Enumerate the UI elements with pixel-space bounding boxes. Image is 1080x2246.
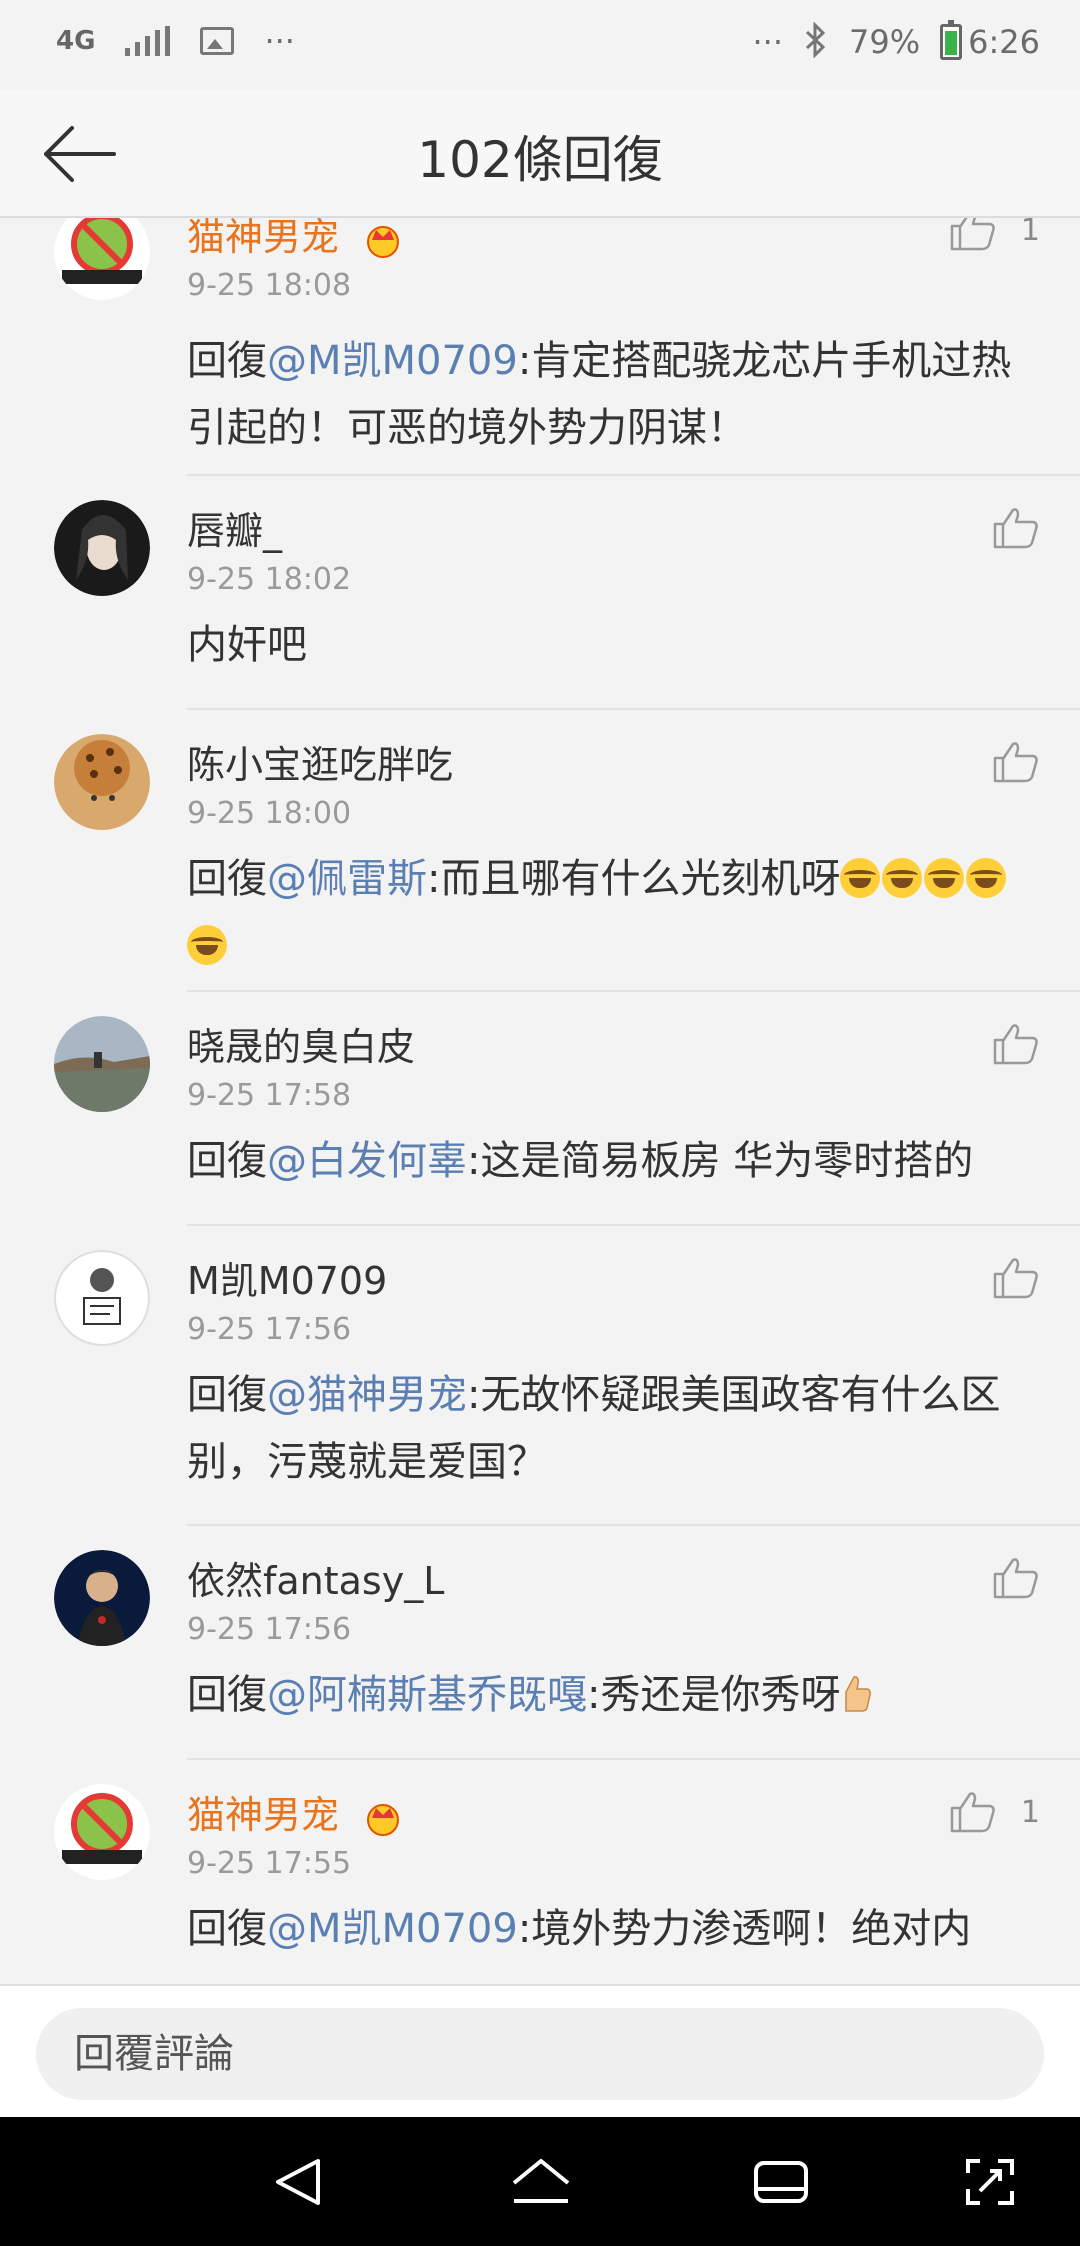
comment-text: 回復@佩雷斯:而且哪有什么光刻机呀	[187, 846, 1027, 980]
comment-item: 猫神男宠 9-25 17:55 回復@M凯M0709:境外势力渗透啊！绝对内 1	[0, 1760, 1080, 1984]
nav-home-button[interactable]	[506, 2149, 576, 2215]
page-title: 102條回復	[417, 131, 663, 189]
comment-time: 9-25 17:55	[187, 1846, 352, 1881]
like-button[interactable]	[992, 740, 1040, 784]
clock: 6:26	[968, 23, 1040, 61]
nav-back-button[interactable]	[264, 2149, 334, 2215]
battery-icon	[940, 20, 963, 60]
comment-item: M凯M0709 9-25 17:56 回復@猫神男宠:无故怀疑跟美国政客有什么区…	[0, 1226, 1080, 1526]
nav-screenshot-button[interactable]	[954, 2149, 1024, 2215]
avatar[interactable]	[54, 1016, 150, 1112]
comment-item: 晓晟的臭白皮 9-25 17:58 回復@白发何辜:这是简易板房 华为零时搭的	[0, 992, 1080, 1226]
network-type: 4G	[56, 26, 96, 56]
thumbs-up-icon	[993, 1024, 1038, 1065]
like-button[interactable]: 1	[949, 1790, 1040, 1834]
thumbs-up-icon	[950, 1792, 995, 1833]
like-count: 1	[1020, 218, 1040, 248]
mention-link[interactable]: @猫神男宠	[267, 1372, 467, 1418]
avatar[interactable]	[54, 1784, 150, 1880]
commenter-name[interactable]: 晓晟的臭白皮	[187, 1016, 415, 1071]
status-more: ···	[264, 22, 295, 60]
laughing-emoji-icon	[924, 858, 965, 898]
laughing-emoji-icon	[882, 858, 923, 898]
commenter-name[interactable]: 陈小宝逛吃胖吃	[187, 734, 453, 789]
comment-time: 9-25 18:08	[187, 268, 352, 303]
comment-time: 9-25 17:56	[187, 1312, 352, 1347]
commenter-name[interactable]: 猫神男宠	[187, 218, 403, 261]
comment-time: 9-25 17:58	[187, 1078, 352, 1113]
screenshot-icon	[966, 2159, 1014, 2205]
status-bar: 4G ··· ··· 79% 6:26	[0, 0, 1080, 90]
laughing-emoji-icon	[966, 858, 1007, 898]
thumbs-up-icon	[993, 1558, 1038, 1599]
battery-percent: 79%	[849, 23, 921, 61]
avatar[interactable]	[54, 734, 150, 830]
crown-icon	[367, 225, 400, 258]
avatar[interactable]	[54, 1250, 150, 1346]
mention-link[interactable]: @M凯M0709	[267, 338, 518, 384]
reply-input[interactable]: 回覆評論	[36, 2008, 1044, 2100]
reply-bar: 回覆評論	[0, 1984, 1080, 2117]
comment-list[interactable]: 猫神男宠 9-25 18:08 回復@M凯M0709:肯定搭配骁龙芯片手机过热引…	[0, 218, 1080, 1984]
home-icon	[512, 2159, 570, 2203]
comment-item: 猫神男宠 9-25 18:08 回復@M凯M0709:肯定搭配骁龙芯片手机过热引…	[0, 218, 1080, 476]
status-more-right: ···	[752, 23, 784, 61]
like-button[interactable]: 1	[949, 218, 1040, 252]
like-button[interactable]	[992, 506, 1040, 550]
commenter-name[interactable]: 唇瓣_	[187, 500, 282, 555]
mention-link[interactable]: @阿楠斯基乔既嘎	[267, 1672, 587, 1718]
avatar[interactable]	[54, 500, 150, 596]
comment-text: 回復@M凯M0709:肯定搭配骁龙芯片手机过热引起的！可恶的境外势力阴谋！	[187, 338, 1012, 451]
commenter-name[interactable]: 猫神男宠	[187, 1784, 403, 1839]
comment-item: 陈小宝逛吃胖吃 9-25 18:00 回復@佩雷斯:而且哪有什么光刻机呀	[0, 710, 1080, 992]
crown-icon	[367, 1803, 400, 1836]
comment-time: 9-25 18:02	[187, 562, 352, 597]
laughing-emoji-icon	[840, 858, 881, 898]
mention-link[interactable]: @M凯M0709	[267, 1906, 518, 1952]
thumbs-up-icon	[993, 742, 1038, 783]
mention-link[interactable]: @白发何辜	[267, 1138, 467, 1184]
bluetooth-icon	[803, 21, 829, 62]
avatar[interactable]	[54, 218, 150, 300]
laughing-emoji-icon	[187, 925, 227, 965]
commenter-name[interactable]: M凯M0709	[187, 1250, 387, 1305]
back-triangle-icon	[276, 2159, 320, 2205]
comment-item: 依然fantasy_L 9-25 17:56 回復@阿楠斯基乔既嘎:秀还是你秀呀	[0, 1526, 1080, 1760]
avatar[interactable]	[54, 1550, 150, 1646]
commenter-name[interactable]: 依然fantasy_L	[187, 1550, 444, 1605]
nav-recents-button[interactable]	[746, 2149, 816, 2215]
recents-icon	[754, 2161, 808, 2203]
image-icon	[200, 27, 235, 55]
thumbs-up-icon	[993, 508, 1038, 549]
comment-text: 内奸吧	[187, 622, 307, 668]
like-button[interactable]	[992, 1022, 1040, 1066]
top-app-bar: 102條回復	[0, 90, 1080, 218]
thumbs-up-icon	[993, 1258, 1038, 1299]
comment-text: 回復@阿楠斯基乔既嘎:秀还是你秀呀	[187, 1662, 1027, 1729]
comment-time: 9-25 18:00	[187, 796, 352, 831]
like-button[interactable]	[992, 1556, 1040, 1600]
like-count: 1	[1020, 1794, 1040, 1830]
signal-icon	[125, 26, 171, 56]
thumbs-up-icon	[950, 218, 995, 251]
comment-text: 回復@白发何辜:这是简易板房 华为零时搭的	[187, 1138, 974, 1184]
comment-item: 唇瓣_ 9-25 18:02 内奸吧	[0, 476, 1080, 710]
comment-time: 9-25 17:56	[187, 1612, 352, 1647]
thumbs-up-emoji-icon	[845, 1676, 872, 1712]
mention-link[interactable]: @佩雷斯	[267, 856, 427, 902]
system-nav-bar	[0, 2117, 1080, 2246]
comment-text: 回復@M凯M0709:境外势力渗透啊！绝对内	[187, 1906, 972, 1952]
comment-text: 回復@猫神男宠:无故怀疑跟美国政客有什么区别，污蔑就是爱国？	[187, 1372, 1001, 1485]
like-button[interactable]	[992, 1256, 1040, 1300]
